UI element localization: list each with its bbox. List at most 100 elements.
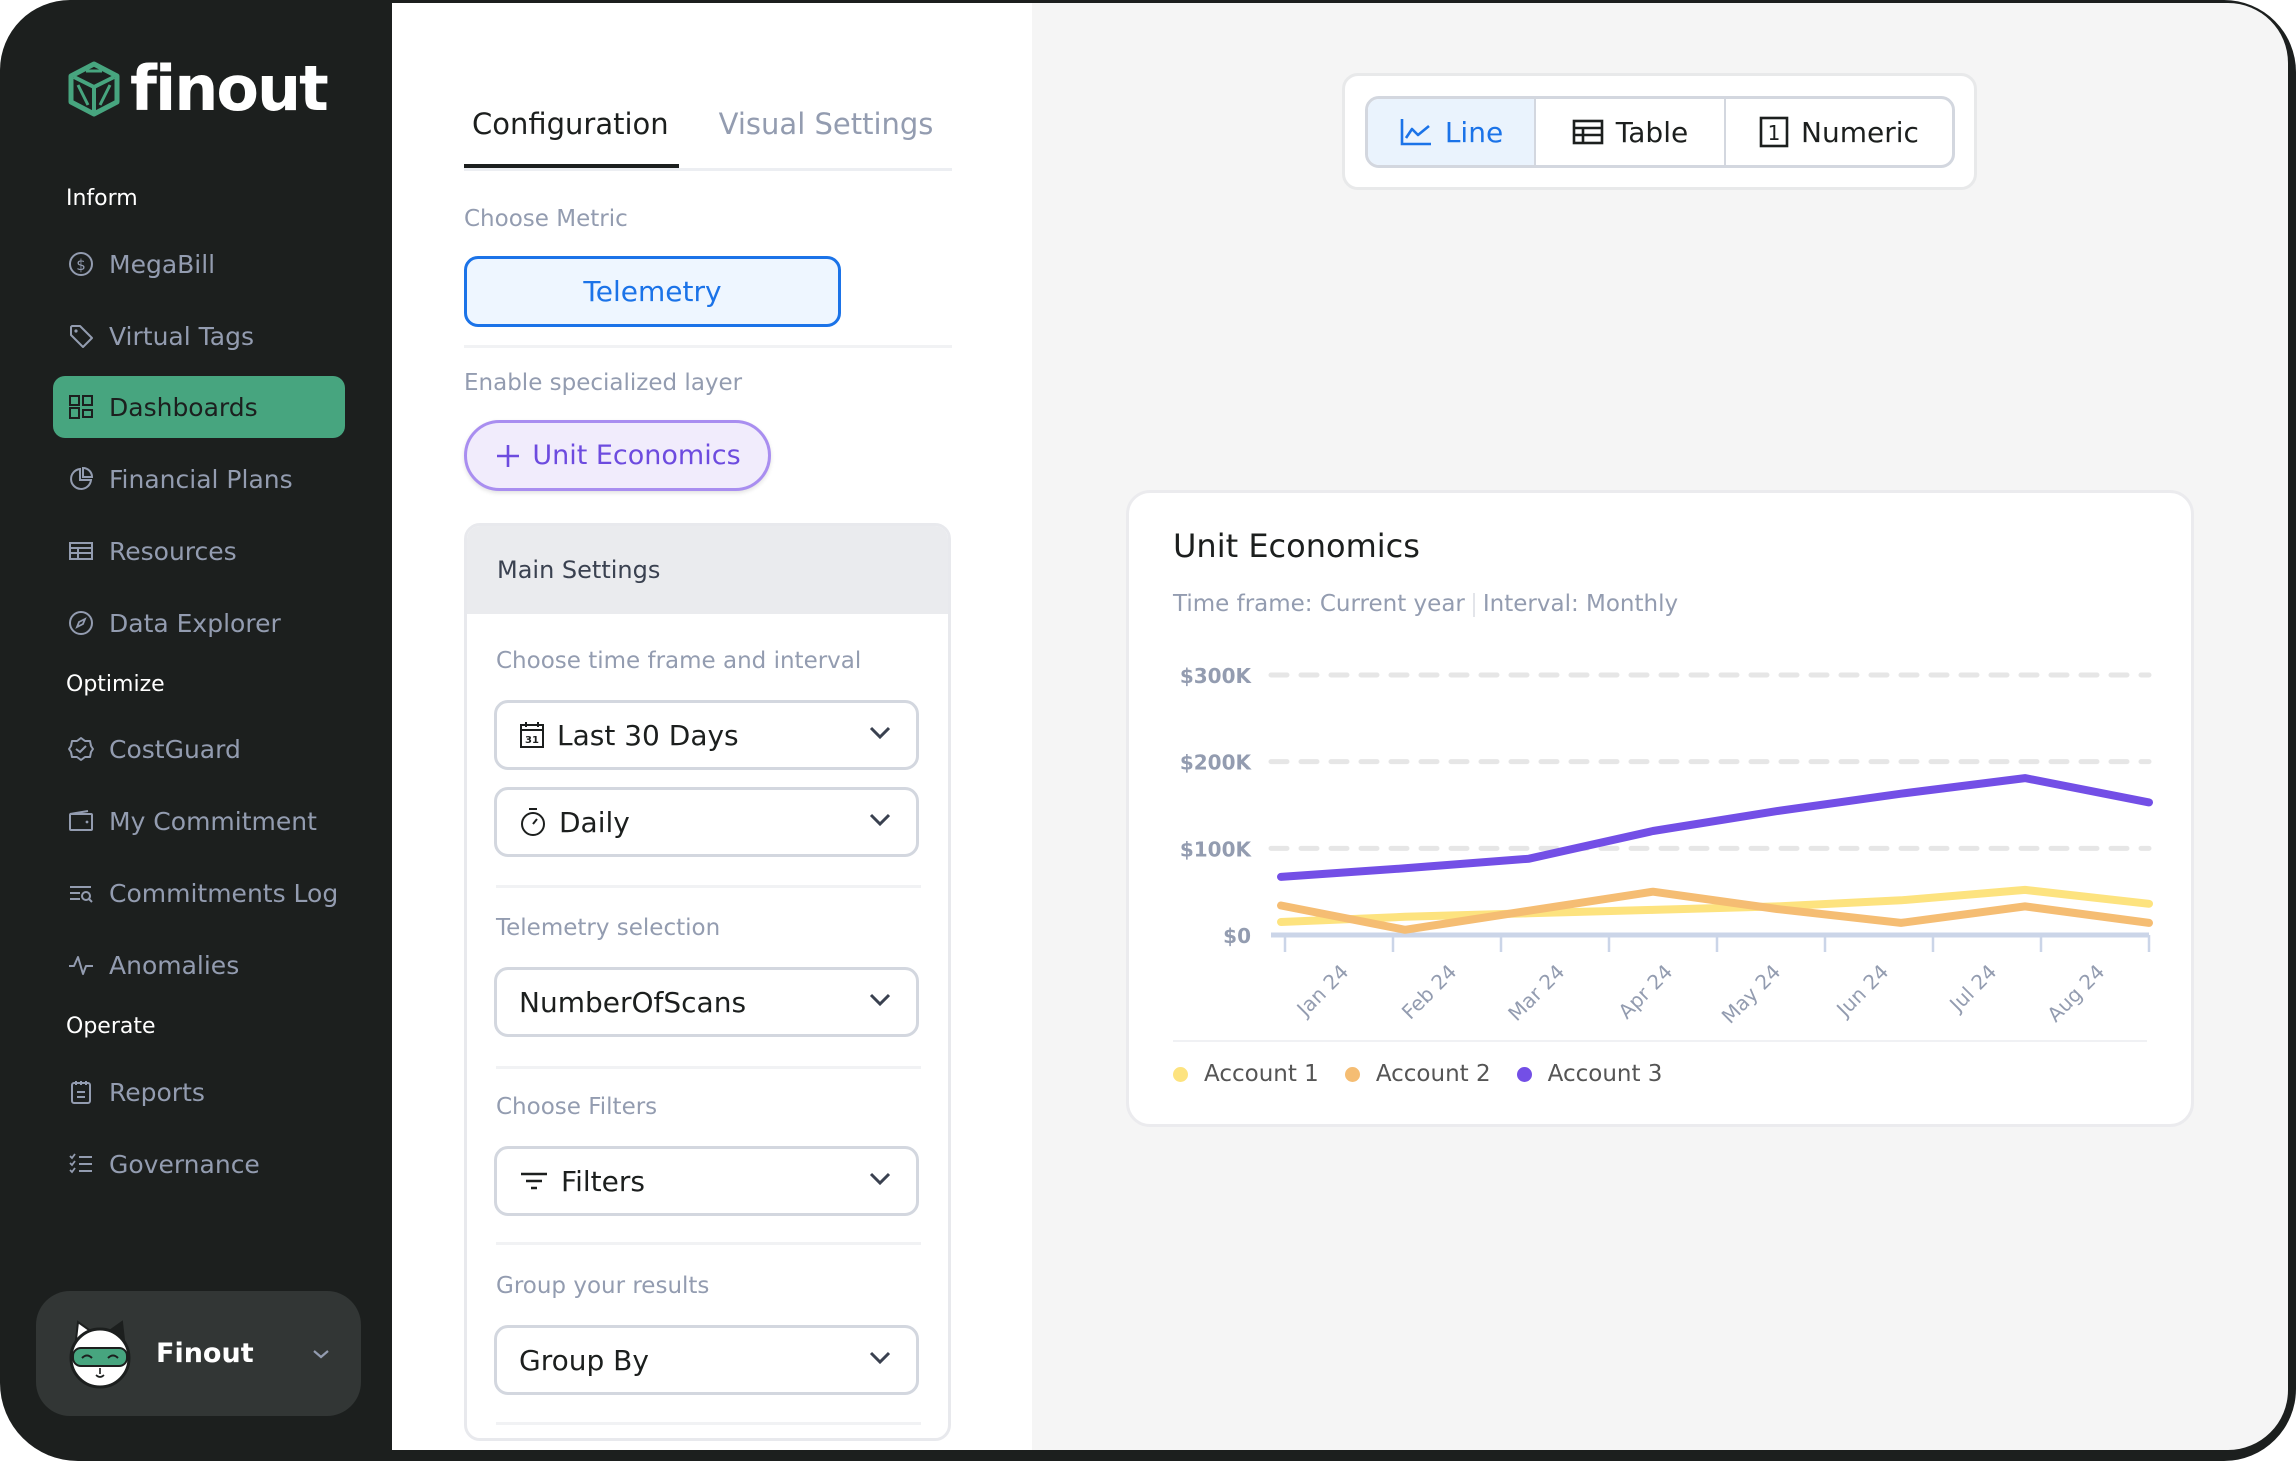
legend-item[interactable]: Account 1 [1173, 1061, 1319, 1087]
chevron-down-icon [869, 726, 891, 740]
legend-item[interactable]: Account 2 [1344, 1061, 1491, 1087]
interval-value: Daily [559, 805, 630, 839]
x-tick-label: Jul 24 [1943, 960, 2001, 1018]
sidebar-item-label: Data Explorer [109, 608, 281, 638]
sidebar-item-data-explorer[interactable]: Data Explorer [53, 592, 345, 654]
view-numeric-button[interactable]: 1 Numeric [1724, 99, 1952, 165]
view-table-button[interactable]: Table [1534, 99, 1724, 165]
sidebar-item-label: Virtual Tags [109, 321, 254, 351]
sidebar-item-governance[interactable]: Governance [53, 1133, 345, 1195]
filters-select[interactable]: Filters [494, 1146, 919, 1216]
tab-configuration[interactable]: Configuration [464, 99, 679, 168]
x-tick-label: May 24 [1717, 960, 1786, 1029]
line-chart: $0 $100K $200K $300K Jan 24 Feb 24 Mar 24 Apr 2… [1180, 664, 2153, 1029]
sidebar-item-label: CostGuard [109, 734, 241, 764]
x-tick-label: Jan 24 [1291, 960, 1354, 1023]
chevron-down-icon [869, 813, 891, 827]
dashboard-grid-icon [69, 395, 93, 419]
chart-legend: Account 1 Account 2 Account 3 [1173, 1061, 1662, 1087]
main-settings-header[interactable]: Main Settings [467, 526, 948, 614]
group-label: Group your results [496, 1273, 710, 1299]
unit-economics-widget: Unit Economics Time frame: Current year I… [1126, 490, 2194, 1127]
sidebar-item-costguard[interactable]: CostGuard [53, 718, 345, 780]
telemetry-selection-label: Telemetry selection [496, 915, 721, 941]
x-tick-label: Jun 24 [1830, 960, 1893, 1023]
plus-icon [497, 444, 520, 467]
brand-name: finout [130, 52, 329, 125]
account-switcher[interactable]: Finout [36, 1291, 361, 1416]
filters-value: Filters [561, 1164, 645, 1198]
telemetry-select[interactable]: NumberOfScans [494, 967, 919, 1037]
sidebar-item-virtual-tags[interactable]: Virtual Tags [53, 305, 345, 367]
y-tick-label: $0 [1223, 924, 1251, 948]
table-icon [69, 542, 93, 560]
x-tick-label: Mar 24 [1503, 960, 1569, 1026]
filter-icon [521, 1172, 547, 1190]
sidebar: finout Inform $ MegaBill Virtual Tags Da… [0, 0, 392, 1461]
chevron-down-icon [869, 1172, 891, 1186]
y-tick-label: $200K [1180, 751, 1253, 775]
timeframe-value: Last 30 Days [557, 718, 739, 752]
unit-economics-button[interactable]: Unit Economics [464, 420, 771, 491]
divider [496, 1242, 921, 1245]
sidebar-item-anomalies[interactable]: Anomalies [53, 934, 345, 996]
sidebar-item-megabill[interactable]: $ MegaBill [53, 233, 345, 295]
choose-metric-label: Choose Metric [464, 206, 628, 232]
legend-label: Account 2 [1375, 1061, 1491, 1087]
cube-logo-icon [68, 61, 120, 117]
legend-swatch [1516, 1066, 1532, 1082]
group-by-value: Group By [519, 1343, 649, 1377]
x-tick-label: Apr 24 [1613, 960, 1677, 1024]
sidebar-item-dashboards[interactable]: Dashboards [53, 376, 345, 438]
pulse-icon [69, 956, 93, 975]
view-toggle: Line Table 1 Numeric [1365, 96, 1955, 168]
sidebar-item-reports[interactable]: Reports [53, 1061, 345, 1123]
legend-item[interactable]: Account 3 [1516, 1061, 1663, 1087]
section-label-inform: Inform [66, 186, 138, 211]
divider [496, 885, 921, 888]
legend-divider [1173, 1040, 2147, 1042]
timeframe-label: Choose time frame and interval [496, 648, 862, 674]
view-line-button[interactable]: Line [1368, 99, 1534, 165]
view-table-label: Table [1615, 115, 1689, 149]
telemetry-metric-button[interactable]: Telemetry [464, 256, 841, 327]
specialized-layer-label: Enable specialized layer [464, 370, 743, 396]
config-panel: Configuration Visual Settings Choose Met… [392, 3, 1032, 1450]
view-toggle-card: Line Table 1 Numeric [1342, 73, 1977, 190]
divider [464, 345, 952, 348]
line-chart-icon [1400, 119, 1431, 146]
legend-label: Account 1 [1204, 1061, 1319, 1087]
sidebar-item-label: My Commitment [109, 806, 317, 836]
y-tick-label: $300K [1180, 664, 1253, 688]
finout-logo[interactable]: finout [64, 52, 329, 125]
sidebar-item-label: Dashboards [109, 392, 258, 422]
svg-text:31: 31 [525, 735, 539, 746]
interval-select[interactable]: Daily [494, 787, 919, 857]
wallet-icon [69, 810, 93, 831]
section-label-optimize: Optimize [66, 672, 165, 697]
filters-label: Choose Filters [496, 1094, 658, 1120]
clipboard-icon [71, 1081, 91, 1104]
pie-chart-icon [70, 466, 94, 490]
sidebar-item-commitments-log[interactable]: Commitments Log [53, 862, 345, 924]
sidebar-item-label: MegaBill [109, 249, 216, 279]
y-tick-label: $100K [1180, 837, 1253, 861]
table-icon [1572, 119, 1604, 145]
sidebar-item-resources[interactable]: Resources [53, 520, 345, 582]
sidebar-item-my-commitment[interactable]: My Commitment [53, 790, 345, 852]
timeframe-select[interactable]: 31 Last 30 Days [494, 700, 919, 770]
svg-text:$: $ [76, 256, 86, 274]
tab-visual-settings[interactable]: Visual Settings [709, 99, 944, 168]
sidebar-item-financial-plans[interactable]: Financial Plans [53, 448, 345, 510]
group-by-select[interactable]: Group By [494, 1325, 919, 1395]
badge-check-icon [68, 737, 94, 761]
legend-label: Account 3 [1547, 1061, 1663, 1087]
chevron-down-icon [869, 1351, 891, 1365]
sidebar-item-label: Financial Plans [109, 464, 293, 494]
x-tick-label: Aug 24 [2042, 960, 2109, 1027]
config-tabs: Configuration Visual Settings [464, 99, 952, 171]
avatar [69, 1319, 131, 1388]
checklist-icon [69, 1153, 92, 1174]
divider [496, 1066, 921, 1069]
sidebar-item-label: Anomalies [109, 950, 240, 980]
